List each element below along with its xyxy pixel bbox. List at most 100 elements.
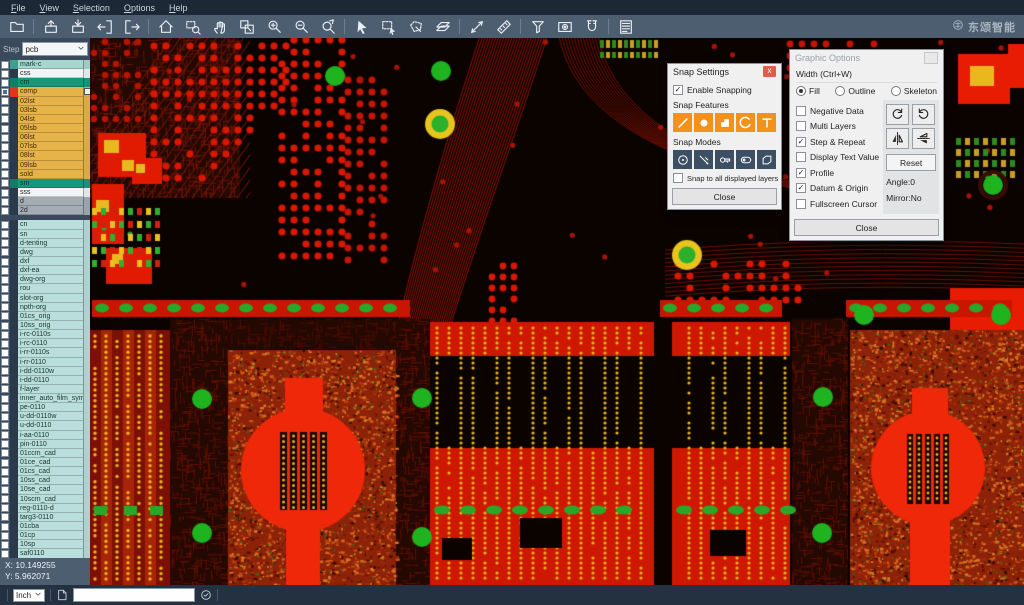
checkbox-icon[interactable] <box>1 312 9 320</box>
layer-visibility-checkbox[interactable] <box>0 230 10 239</box>
layer-visibility-checkbox[interactable] <box>0 294 10 303</box>
snap-slot-icon[interactable] <box>736 150 755 169</box>
checkbox-icon[interactable] <box>796 199 806 209</box>
layer-visibility-checkbox[interactable] <box>0 248 10 257</box>
layer-row-sold[interactable]: sold <box>0 170 90 179</box>
layer-visibility-checkbox[interactable] <box>0 531 10 540</box>
layer-row-sss[interactable]: sss <box>0 188 90 197</box>
zoom-reset-icon[interactable] <box>314 17 341 37</box>
layer-visibility-checkbox[interactable] <box>0 522 10 531</box>
menu-view[interactable]: View <box>33 2 66 14</box>
layer-visibility-checkbox[interactable] <box>0 394 10 403</box>
layer-color-swatch[interactable] <box>10 106 18 115</box>
layer-visibility-checkbox[interactable] <box>0 440 10 449</box>
checkbox-icon[interactable] <box>1 152 9 160</box>
layer-row-pin-0110[interactable]: pin-0110 <box>0 440 90 449</box>
layer-color-swatch[interactable] <box>10 485 18 494</box>
layer-color-swatch[interactable] <box>10 161 18 170</box>
layer-row-10ss_orig[interactable]: 10ss_orig <box>0 321 90 330</box>
layer-row-u-dd-0110w[interactable]: u-dd-0110w <box>0 412 90 421</box>
layer-color-swatch[interactable] <box>10 151 18 160</box>
layer-visibility-checkbox[interactable] <box>0 303 10 312</box>
checkbox-icon[interactable]: ✓ <box>796 168 806 178</box>
layer-visibility-checkbox[interactable] <box>0 239 10 248</box>
layer-color-swatch[interactable] <box>10 220 18 229</box>
layer-color-swatch[interactable] <box>10 476 18 485</box>
layer-row-reg-0110-d[interactable]: reg-0110-d <box>0 504 90 513</box>
layer-row-05lsb[interactable]: 05lsb <box>0 124 90 133</box>
layer-visibility-checkbox[interactable] <box>0 266 10 275</box>
snap-polygon-icon[interactable] <box>757 150 776 169</box>
layer-row-dxf-ea[interactable]: dxf-ea <box>0 266 90 275</box>
layer-color-swatch[interactable] <box>10 197 18 206</box>
checkbox-icon[interactable] <box>1 385 9 393</box>
layer-row-07lsb[interactable]: 07lsb <box>0 142 90 151</box>
layer-color-swatch[interactable] <box>10 170 18 179</box>
checkbox-icon[interactable]: ✓ <box>796 183 806 193</box>
layer-visibility-checkbox[interactable] <box>0 60 10 69</box>
checkbox-icon[interactable] <box>1 550 9 558</box>
command-input[interactable] <box>73 588 195 602</box>
layer-row-01cs_orig[interactable]: 01cs_orig <box>0 312 90 321</box>
radio-icon[interactable] <box>796 86 806 96</box>
option-fullscreen-cursor[interactable]: Fullscreen Cursor <box>796 199 879 209</box>
layer-row-d[interactable]: d <box>0 197 90 206</box>
layer-color-swatch[interactable] <box>10 504 18 513</box>
layer-row-08lst[interactable]: 08lst <box>0 151 90 160</box>
layer-color-swatch[interactable] <box>10 294 18 303</box>
layer-visibility-checkbox[interactable] <box>0 431 10 440</box>
layer-visibility-checkbox[interactable] <box>0 376 10 385</box>
filter-icon[interactable] <box>524 17 551 37</box>
layer-color-swatch[interactable] <box>10 87 18 96</box>
checkbox-icon[interactable] <box>1 88 9 96</box>
layer-color-swatch[interactable] <box>10 376 18 385</box>
layer-visibility-checkbox[interactable] <box>0 106 10 115</box>
checkbox-icon[interactable] <box>1 115 9 123</box>
layer-row-01ce_cad[interactable]: 01ce_cad <box>0 458 90 467</box>
layer-color-swatch[interactable] <box>10 78 18 87</box>
checkbox-icon[interactable] <box>1 413 9 421</box>
checkbox-icon[interactable] <box>1 367 9 375</box>
close-icon[interactable]: x <box>763 66 776 77</box>
layer-color-swatch[interactable] <box>10 206 18 215</box>
properties-icon[interactable] <box>612 17 639 37</box>
snap-key-icon[interactable] <box>715 150 734 169</box>
home-icon[interactable] <box>152 17 179 37</box>
layer-visibility-checkbox[interactable] <box>0 367 10 376</box>
layer-color-swatch[interactable] <box>10 531 18 540</box>
layer-color-swatch[interactable] <box>10 179 18 188</box>
checkbox-icon[interactable] <box>1 523 9 531</box>
layer-row-cn[interactable]: cn <box>0 220 90 229</box>
layer-visibility-checkbox[interactable] <box>0 513 10 522</box>
option-step-repeat[interactable]: ✓Step & Repeat <box>796 137 879 147</box>
layer-color-swatch[interactable] <box>10 266 18 275</box>
layer-color-swatch[interactable] <box>10 275 18 284</box>
layer-row-sm[interactable]: sm <box>0 179 90 188</box>
graphic-dialog-titlebar[interactable]: Graphic Options <box>790 50 943 65</box>
layer-row-rou[interactable]: rou <box>0 284 90 293</box>
snap-text-icon[interactable] <box>757 113 776 132</box>
layer-color-swatch[interactable] <box>10 115 18 124</box>
measure-icon[interactable] <box>463 17 490 37</box>
layer-color-swatch[interactable] <box>10 284 18 293</box>
layer-visibility-checkbox[interactable] <box>0 170 10 179</box>
snap-arc-icon[interactable] <box>736 113 755 132</box>
checkbox-icon[interactable] <box>1 303 9 311</box>
layer-color-swatch[interactable] <box>10 321 18 330</box>
menu-selection[interactable]: Selection <box>66 2 117 14</box>
option-profile[interactable]: ✓Profile <box>796 168 879 178</box>
option-negative-data[interactable]: Negative Data <box>796 106 879 116</box>
layer-row-01cba[interactable]: 01cba <box>0 522 90 531</box>
layer-color-swatch[interactable] <box>10 97 18 106</box>
mirror-h-icon[interactable] <box>886 128 909 149</box>
zoom-in-icon[interactable] <box>260 17 287 37</box>
layer-row-01cp[interactable]: 01cp <box>0 531 90 540</box>
enable-snapping-checkbox[interactable]: ✓ Enable Snapping <box>673 85 776 95</box>
layer-visibility-checkbox[interactable] <box>0 97 10 106</box>
layer-color-swatch[interactable] <box>10 358 18 367</box>
new-page-icon[interactable] <box>56 589 68 601</box>
checkbox-icon[interactable] <box>1 322 9 330</box>
layer-color-swatch[interactable] <box>10 495 18 504</box>
layer-visibility-checkbox[interactable] <box>0 485 10 494</box>
layer-color-swatch[interactable] <box>10 188 18 197</box>
